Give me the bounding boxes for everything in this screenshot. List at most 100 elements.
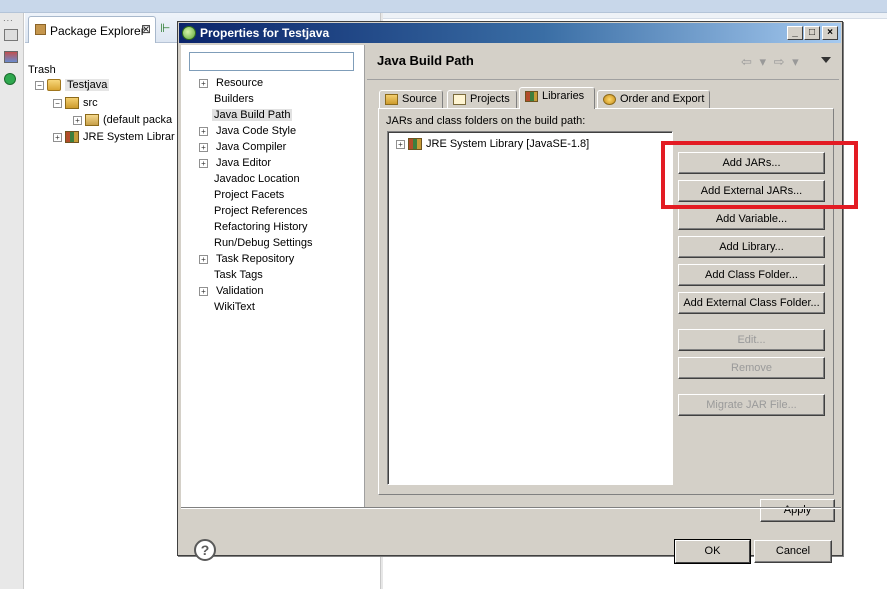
apply-button[interactable]: Apply [760,499,835,522]
expand-icon[interactable]: + [199,126,208,136]
nav-item-project-facets[interactable]: Project Facets [212,189,286,205]
tab-source[interactable]: Source [379,90,443,109]
nav-item-wikitext[interactable]: WikiText [212,301,257,317]
package-explorer-icon [35,24,46,35]
nav-item-builders[interactable]: Builders [212,93,256,109]
expand-icon[interactable]: + [199,142,208,152]
tree-item-label: src [83,97,98,109]
hierarchy-icon[interactable] [4,51,18,63]
nav-item-run-debug-settings[interactable]: Run/Debug Settings [212,237,314,253]
nav-item-label: Run/Debug Settings [214,237,313,249]
tab-projects[interactable]: Projects [447,90,517,109]
nav-item-resource[interactable]: + Resource [199,77,265,93]
tab-libraries[interactable]: Libraries [519,87,595,109]
project-icon [47,79,61,92]
nav-item-label: Javadoc Location [214,173,300,185]
expand-icon[interactable]: + [199,78,208,88]
dialog-title: Properties for Testjava [200,26,330,40]
nav-item-javadoc-location[interactable]: Javadoc Location [212,173,302,189]
restore-icon[interactable] [4,29,18,41]
header-divider [367,79,839,80]
nav-item-label: Resource [216,77,264,89]
libraries-caption: JARs and class folders on the build path… [386,115,586,127]
expand-icon[interactable]: + [396,139,405,149]
properties-dialog: Properties for Testjava _ □ × + Resource … [177,21,858,563]
migrate-jar-button[interactable]: Migrate JAR File... [678,394,825,416]
edit-button[interactable]: Edit... [678,329,825,351]
add-library-button[interactable]: Add Library... [678,236,825,258]
server-icon[interactable] [4,73,16,85]
tree-item-jre-library[interactable]: + JRE System Librar [53,131,175,147]
expand-icon[interactable]: + [73,115,82,125]
library-icon [408,138,422,151]
history-arrows-icon[interactable]: ⇦ ▾ ⇨ ▾ [741,54,801,70]
cancel-button[interactable]: Cancel [754,540,832,563]
nav-item-project-references[interactable]: Project References [212,205,310,221]
tree-item-src[interactable]: − src [53,97,98,113]
nav-item-label: Project Facets [214,189,285,201]
tree-item-label: (default packa [103,114,173,126]
expand-icon[interactable]: + [199,254,208,264]
tree-item-default-package[interactable]: + (default packa [73,114,172,130]
nav-item-java-build-path[interactable]: Java Build Path [212,109,293,125]
red-highlight-box [661,141,858,209]
collapse-icon[interactable]: − [35,80,44,90]
list-item[interactable]: + JRE System Library [JavaSE-1.8] [396,138,590,151]
nav-item-label: Java Compiler [216,141,287,153]
tree-item-label: JRE System Librar [83,131,175,143]
tab-package-explorer[interactable]: Package Explorer ⊠ [28,16,156,43]
add-variable-button[interactable]: Add Variable... [678,208,825,230]
tree-item-label: Testjava [65,79,110,91]
maximize-button[interactable]: □ [804,26,820,40]
dialog-client: + Resource Builders Java Build Path + Java… [179,43,858,563]
filter-input[interactable] [189,52,354,71]
ok-button[interactable]: OK [675,540,750,563]
order-export-icon [603,94,616,105]
nav-item-task-tags[interactable]: Task Tags [212,269,265,285]
nav-item-label: Task Repository [216,253,295,265]
nav-item-label: WikiText [214,301,255,313]
view-menu-icon[interactable] [821,57,831,63]
expand-icon[interactable]: + [53,132,62,142]
nav-item-validation[interactable]: + Validation [199,285,266,301]
remove-button[interactable]: Remove [678,357,825,379]
nav-item-refactoring-history[interactable]: Refactoring History [212,221,310,237]
expand-icon[interactable]: + [199,286,208,296]
expand-icon[interactable]: + [199,158,208,168]
type-hierarchy-icon[interactable]: ⊩ [160,21,170,35]
workbench-top-strip [0,0,887,13]
source-folder-icon [65,97,79,110]
nav-item-label: Task Tags [214,269,263,281]
tab-label: Libraries [542,90,585,102]
tab-order-and-export[interactable]: Order and Export [597,90,710,109]
nav-item-label: Refactoring History [214,221,308,233]
library-label: JRE System Library [JavaSE-1.8] [426,138,590,150]
nav-item-label: Java Editor [216,157,272,169]
tab-label: Order and Export [620,93,705,105]
source-icon [385,94,398,105]
collapse-icon[interactable]: − [53,98,62,108]
package-explorer-tab-label: Package Explorer [50,24,145,38]
tab-label: Source [402,93,437,105]
minimize-button[interactable]: _ [787,26,803,40]
nav-item-task-repository[interactable]: + Task Repository [199,253,296,269]
nav-item-java-compiler[interactable]: + Java Compiler [199,141,288,157]
nav-item-java-code-style[interactable]: + Java Code Style [199,125,298,141]
tree-item-project[interactable]: − Testjava [35,79,110,95]
add-external-class-folder-button[interactable]: Add External Class Folder... [678,292,825,314]
projects-icon [453,94,466,105]
dialog-titlebar[interactable]: Properties for Testjava _ □ × [179,23,841,43]
library-icon [65,131,79,144]
libraries-icon [525,91,538,102]
nav-item-java-editor[interactable]: + Java Editor [199,157,273,173]
libraries-list[interactable]: + JRE System Library [JavaSE-1.8] [387,131,673,485]
help-icon[interactable]: ? [194,539,216,561]
nav-item-label: Validation [216,285,264,297]
nav-item-label: Project References [214,205,308,217]
dialog-bottom-divider [181,507,841,509]
close-icon[interactable]: ⊠ [141,22,151,36]
toolbar-grip-icon: ∙∙∙ [3,15,14,25]
nav-item-label: Java Code Style [216,125,297,137]
add-class-folder-button[interactable]: Add Class Folder... [678,264,825,286]
close-button[interactable]: × [822,26,838,40]
